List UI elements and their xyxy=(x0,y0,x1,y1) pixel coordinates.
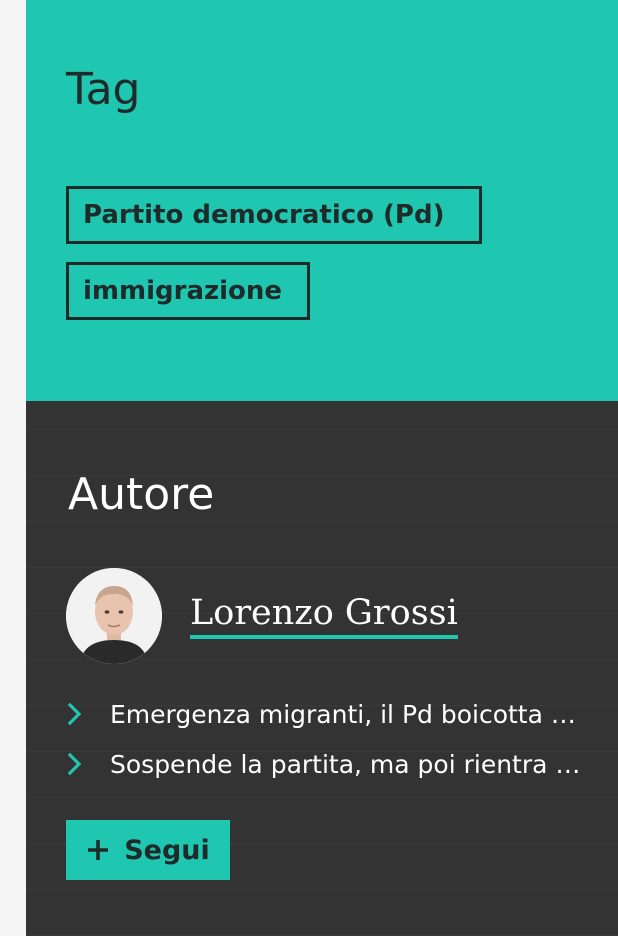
chevron-right-icon xyxy=(67,702,82,726)
follow-button[interactable]: Segui xyxy=(66,820,230,880)
tag-heading: Tag xyxy=(66,64,141,115)
tag-immigrazione[interactable]: immigrazione xyxy=(66,262,310,320)
article-link[interactable]: Sospende la partita, ma poi rientra in c… xyxy=(110,750,586,779)
follow-button-label: Segui xyxy=(124,834,210,866)
author-articles-list: Emergenza migranti, il Pd boicotta ogni … xyxy=(66,689,606,789)
left-margin xyxy=(0,0,26,936)
author-section: Autore Lorenzo Grossi Emergenza migranti… xyxy=(26,401,618,936)
tag-partito-democratico[interactable]: Partito democratico (Pd) xyxy=(66,186,482,244)
author-avatar[interactable] xyxy=(66,568,162,664)
tag-section: Tag Partito democratico (Pd) immigrazion… xyxy=(26,0,618,401)
chevron-right-icon xyxy=(67,752,82,776)
author-heading: Autore xyxy=(68,469,215,520)
list-item: Emergenza migranti, il Pd boicotta ogni … xyxy=(66,689,606,739)
author-photo xyxy=(66,568,162,664)
page: Tag Partito democratico (Pd) immigrazion… xyxy=(0,0,618,936)
list-item: Sospende la partita, ma poi rientra in c… xyxy=(66,739,606,789)
article-link[interactable]: Emergenza migranti, il Pd boicotta ogni … xyxy=(110,700,586,729)
author-name-link[interactable]: Lorenzo Grossi xyxy=(190,591,458,639)
plus-icon xyxy=(88,840,109,860)
